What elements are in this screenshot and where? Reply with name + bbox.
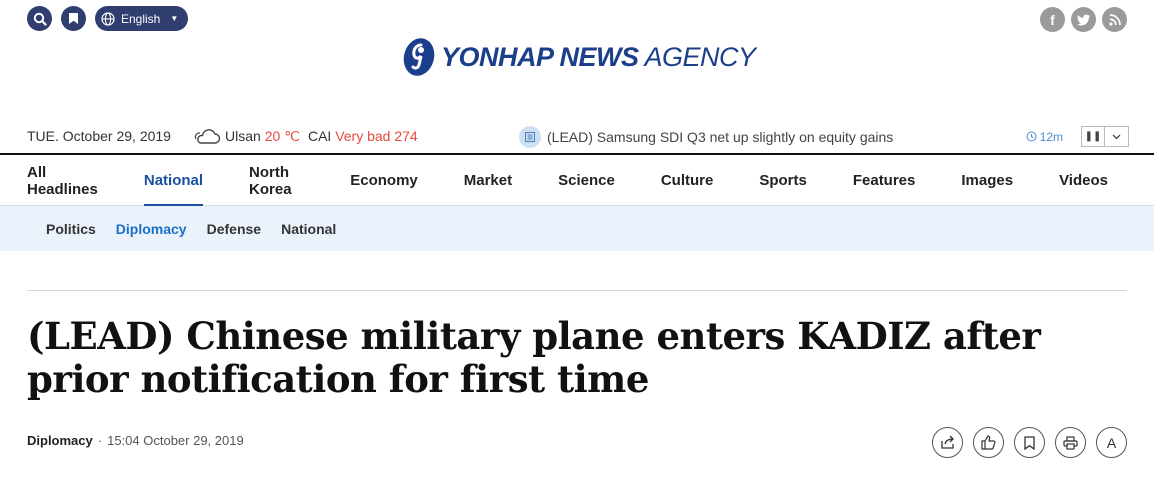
print-button[interactable]	[1055, 427, 1086, 458]
cloud-icon	[194, 129, 221, 144]
pause-button[interactable]: ❚❚	[1081, 126, 1105, 147]
twitter-icon[interactable]	[1071, 7, 1096, 32]
font-size-button[interactable]: A	[1096, 427, 1127, 458]
nav-item-features[interactable]: Features	[853, 155, 916, 206]
chevron-down-icon: ▼	[170, 14, 179, 23]
weather-temperature: 20 ℃	[264, 127, 300, 144]
sub-nav: Politics Diplomacy Defense National	[0, 206, 1154, 251]
logo-wordmark: YONHAP NEWS AGENCY	[441, 42, 756, 73]
main-nav: All Headlines National North Korea Economy M…	[0, 153, 1154, 207]
language-selector[interactable]: English ▼	[95, 6, 189, 31]
utility-bar: English ▼	[27, 6, 189, 31]
rss-icon[interactable]	[1102, 7, 1127, 32]
weather: Ulsan 20 ℃	[193, 127, 300, 145]
nav-item-science[interactable]: Science	[558, 155, 615, 206]
info-strip: TUE. October 29, 2019 Ulsan 20 ℃ CAI Ver…	[27, 127, 418, 145]
ticker-time: 12m	[1026, 130, 1063, 144]
cai-value: Very bad 274	[335, 128, 418, 144]
globe-icon	[101, 11, 115, 26]
weather-city: Ulsan	[224, 128, 261, 144]
thumbs-up-icon	[981, 435, 996, 450]
article-meta: Diplomacy · 15:04 October 29, 2019	[27, 433, 244, 448]
subnav-item-defense[interactable]: Defense	[207, 206, 261, 251]
article-category[interactable]: Diplomacy	[27, 433, 93, 448]
nav-item-economy[interactable]: Economy	[350, 155, 418, 206]
article-datetime: 15:04 October 29, 2019	[107, 433, 244, 448]
clock-icon	[1026, 131, 1037, 142]
yonhap-logo-icon	[403, 38, 435, 76]
ticker-ago: 12m	[1039, 129, 1063, 144]
nav-item-videos[interactable]: Videos	[1059, 155, 1108, 206]
divider	[27, 290, 1127, 291]
subnav-item-politics[interactable]: Politics	[46, 206, 96, 251]
news-ticker[interactable]: (LEAD) Samsung SDI Q3 net up slightly on…	[519, 126, 893, 148]
sub-nav-list: Politics Diplomacy Defense National	[46, 206, 356, 251]
ticker-buttons: ❚❚	[1081, 126, 1129, 147]
cai-label: CAI	[307, 128, 332, 144]
printer-icon	[1063, 435, 1078, 450]
ticker-controls: 12m ❚❚	[1026, 126, 1129, 147]
chevron-down-icon	[1112, 134, 1121, 139]
save-button[interactable]	[1014, 427, 1045, 458]
social-links: f	[1040, 7, 1127, 32]
search-icon	[33, 12, 47, 26]
nav-item-national[interactable]: National	[143, 155, 204, 207]
font-size-icon: A	[1106, 434, 1117, 451]
language-label: English	[121, 11, 161, 26]
subnav-item-national[interactable]: National	[281, 206, 336, 251]
nav-item-images[interactable]: Images	[961, 155, 1013, 206]
article-title: (LEAD) Chinese military plane enters KAD…	[27, 314, 1041, 401]
expand-button[interactable]	[1105, 126, 1129, 147]
nav-item-culture[interactable]: Culture	[661, 155, 714, 206]
nav-item-market[interactable]: Market	[464, 155, 512, 206]
article-actions: A	[932, 427, 1127, 458]
search-button[interactable]	[27, 6, 52, 31]
like-button[interactable]	[973, 427, 1004, 458]
subnav-item-diplomacy[interactable]: Diplomacy	[116, 206, 187, 251]
ticker-headline[interactable]: (LEAD) Samsung SDI Q3 net up slightly on…	[547, 129, 893, 145]
news-icon	[519, 126, 541, 148]
site-logo[interactable]: YONHAP NEWS AGENCY	[401, 36, 756, 78]
meta-separator: ·	[97, 433, 103, 448]
bookmark-icon	[69, 13, 78, 24]
nav-item-north-korea[interactable]: North Korea	[249, 155, 304, 206]
facebook-icon[interactable]: f	[1040, 7, 1065, 32]
nav-item-all-headlines[interactable]: All Headlines	[27, 155, 98, 206]
pause-icon: ❚❚	[1084, 131, 1102, 142]
bookmark-button[interactable]	[61, 6, 86, 31]
bookmark-icon	[1024, 435, 1035, 450]
main-nav-list: All Headlines National North Korea Economy M…	[27, 155, 1154, 207]
share-icon	[940, 435, 954, 449]
share-button[interactable]	[932, 427, 963, 458]
current-date: TUE. October 29, 2019	[27, 128, 171, 144]
logo-wordmark-light: AGENCY	[644, 41, 757, 72]
logo-wordmark-bold: YONHAP NEWS	[441, 41, 639, 72]
nav-item-sports[interactable]: Sports	[759, 155, 807, 206]
